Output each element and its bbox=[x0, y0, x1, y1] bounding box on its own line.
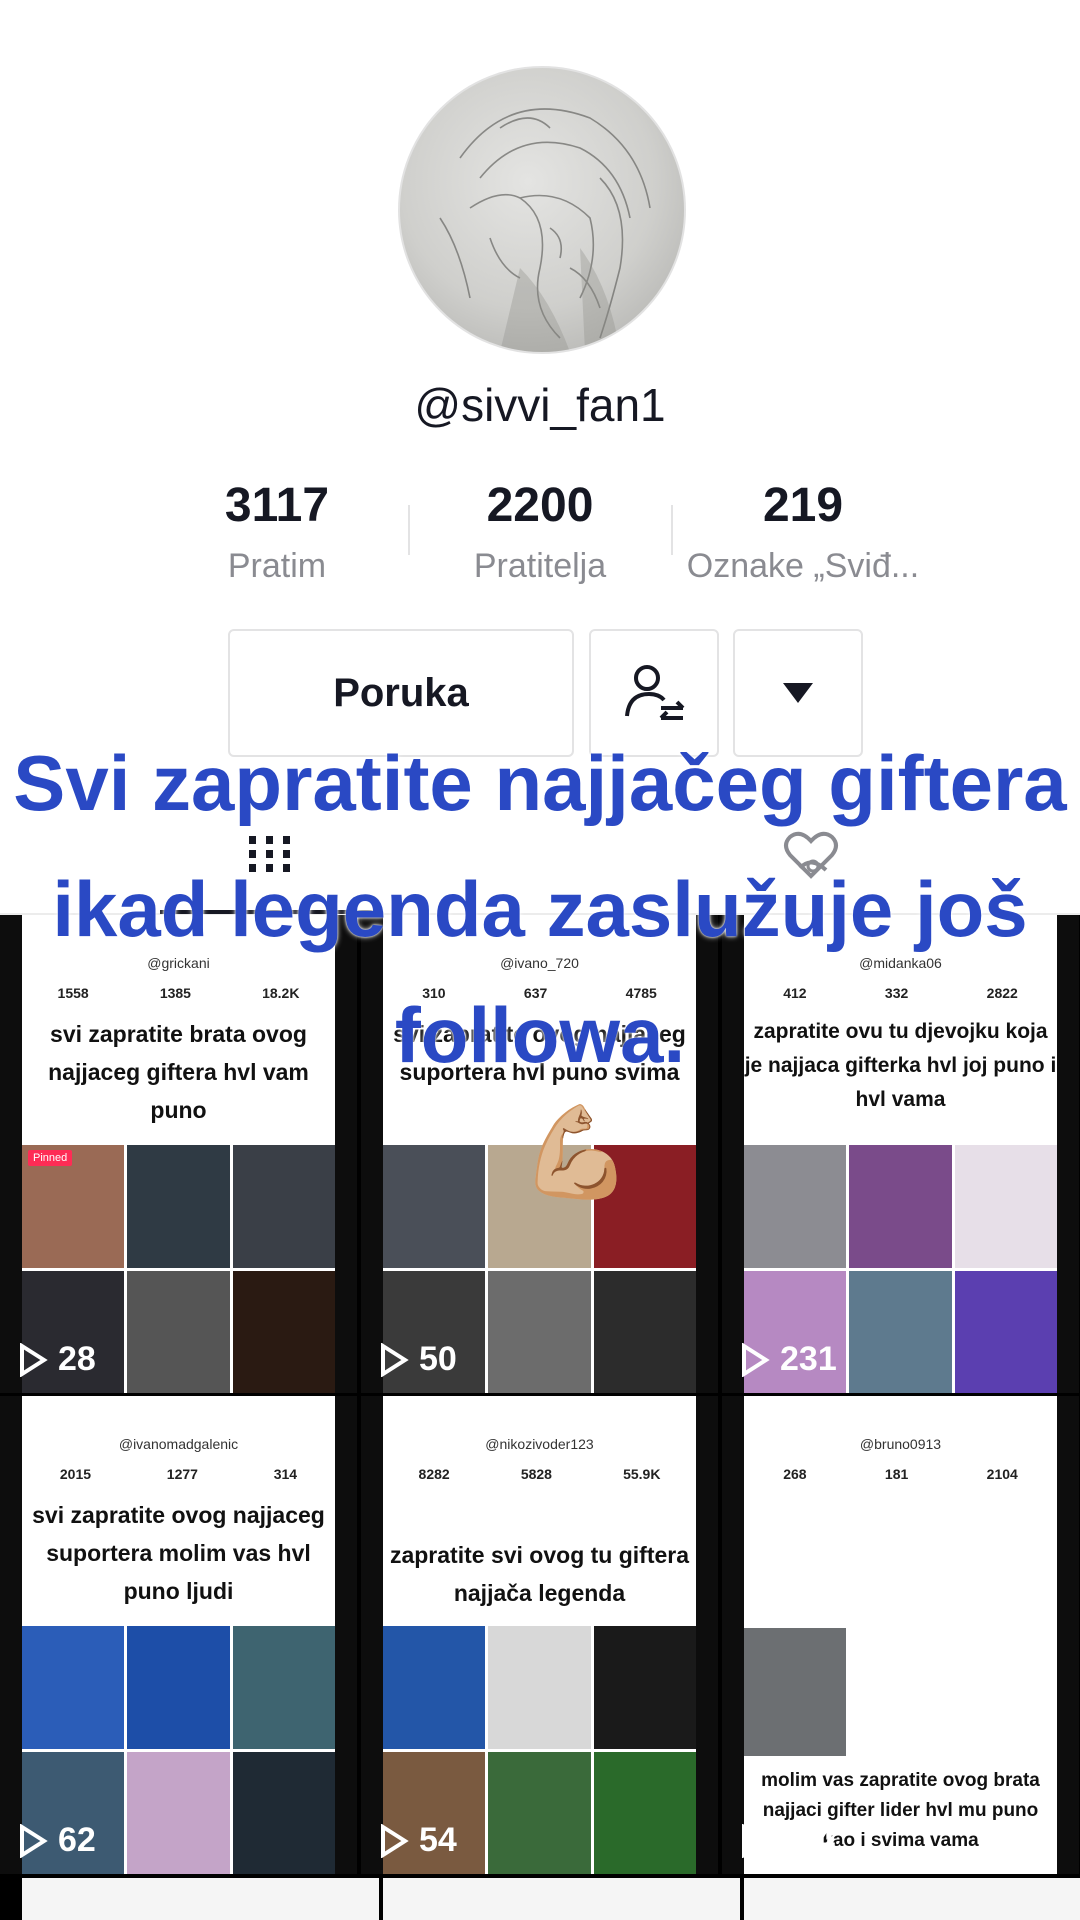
thumbnail-stats: 2015 1277 314 bbox=[59, 1466, 298, 1482]
video-thumbnail: @ivanomadgalenic 2015 1277 314 svi zaprati… bbox=[22, 1396, 335, 1874]
view-count: 114 bbox=[740, 1821, 835, 1860]
video-tile[interactable]: @bruno0913 268 181 2104 molim vas zapratit… bbox=[722, 1396, 1079, 1874]
view-count: 28 bbox=[18, 1340, 96, 1379]
profile-username: @sivvi_fan1 bbox=[414, 379, 666, 431]
followers-count: 2200 bbox=[486, 479, 594, 532]
play-icon bbox=[20, 1342, 48, 1377]
thumbnail-username: @nikozivoder123 bbox=[485, 1436, 594, 1452]
video-tile-partial[interactable] bbox=[744, 1878, 1080, 1920]
play-icon bbox=[742, 1823, 770, 1858]
play-icon bbox=[381, 1823, 409, 1858]
likes-label: Oznake „Sviđ... bbox=[686, 547, 920, 585]
followers-stat[interactable]: 2200 Pratitelja bbox=[408, 478, 672, 586]
overlay-caption: Svi zapratite najjačeg giftera ikad lege… bbox=[13, 739, 1067, 1079]
video-caption: svi zapratite ovog najjaceg suportera mo… bbox=[32, 1502, 325, 1604]
flexed-biceps-emoji: 💪🏼 bbox=[520, 1103, 633, 1203]
video-tile-partial[interactable] bbox=[383, 1878, 740, 1920]
thumbnail-username: @bruno0913 bbox=[859, 1436, 942, 1452]
video-caption: zapratite svi ovog tu giftera najjača le… bbox=[389, 1542, 690, 1606]
caret-down-icon bbox=[783, 683, 813, 703]
play-icon bbox=[381, 1342, 409, 1377]
following-label: Pratim bbox=[227, 547, 327, 585]
thumbnail-stats: 268 181 2104 bbox=[783, 1466, 1018, 1482]
view-count: 231 bbox=[740, 1340, 837, 1379]
video-thumbnail: @bruno0913 268 181 2104 molim vas zapratit… bbox=[744, 1396, 1057, 1874]
view-count: 50 bbox=[379, 1340, 457, 1379]
user-swap-icon bbox=[625, 665, 685, 720]
play-icon bbox=[742, 1342, 770, 1377]
video-thumbnail: @nikozivoder123 8282 5828 55.9K zapratite … bbox=[383, 1396, 696, 1874]
following-count: 3117 bbox=[224, 479, 330, 532]
view-count: 54 bbox=[379, 1821, 457, 1860]
video-tile-partial[interactable] bbox=[22, 1878, 379, 1920]
followers-label: Pratitelja bbox=[473, 547, 607, 585]
thumbnail-stats: 8282 5828 55.9K bbox=[418, 1466, 661, 1482]
video-tile[interactable]: @nikozivoder123 8282 5828 55.9K zapratite … bbox=[361, 1396, 718, 1874]
likes-stat[interactable]: 219 Oznake „Sviđ... bbox=[671, 478, 935, 586]
profile-avatar[interactable] bbox=[398, 66, 686, 354]
play-icon bbox=[20, 1823, 48, 1858]
thumbnail-image bbox=[744, 1628, 846, 1756]
thumbnail-username: @ivanomadgalenic bbox=[118, 1436, 239, 1452]
view-count: 62 bbox=[18, 1821, 96, 1860]
following-stat[interactable]: 3117 Pratim bbox=[145, 478, 409, 586]
pinned-badge: Pinned bbox=[28, 1150, 73, 1166]
likes-count: 219 bbox=[762, 479, 844, 532]
lion-sketch-image bbox=[439, 108, 651, 352]
video-tile[interactable]: @ivanomadgalenic 2015 1277 314 svi zaprati… bbox=[0, 1396, 357, 1874]
